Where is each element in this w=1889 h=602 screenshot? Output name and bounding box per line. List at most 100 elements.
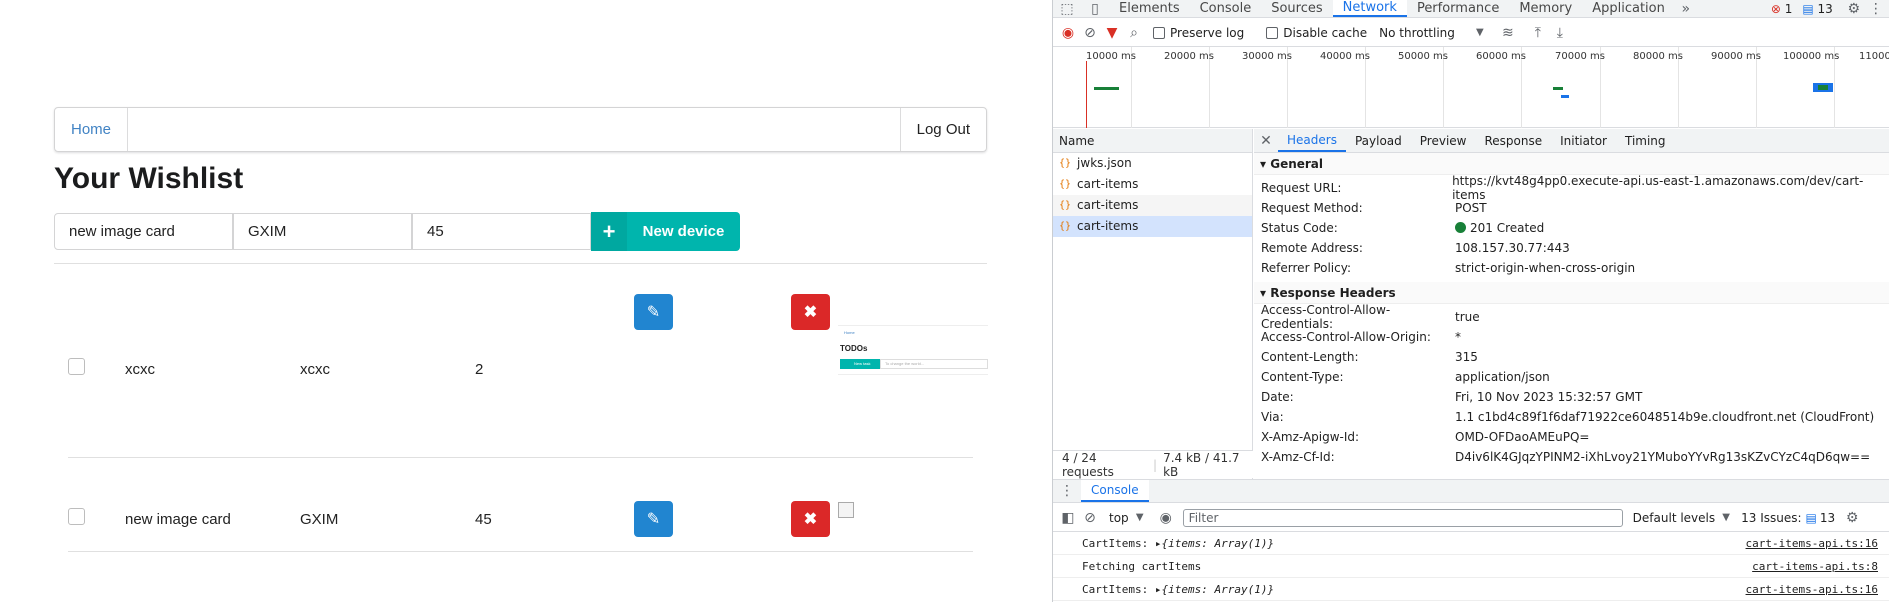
caret-down-icon[interactable]: ▼ [1715, 507, 1737, 529]
request-name: cart-items [1077, 198, 1139, 212]
error-count[interactable]: ⊗ 1 [1771, 2, 1793, 16]
request-row[interactable]: {} jwks.json [1053, 153, 1252, 174]
console-filter-input[interactable]: Filter [1182, 508, 1623, 527]
thumb-title: TODOs [840, 344, 868, 353]
filter-icon[interactable]: ▼ [1101, 22, 1123, 44]
eye-icon[interactable]: ◉ [1155, 507, 1177, 529]
network-conditions-icon[interactable]: ≋ [1497, 22, 1519, 44]
request-row[interactable]: {} cart-items [1053, 174, 1252, 195]
header-key: Access-Control-Allow-Origin: [1261, 330, 1431, 344]
issue-count-value: 13 [1817, 1, 1833, 16]
header-key: Remote Address: [1261, 241, 1363, 255]
log-source-link[interactable]: cart-items-api.ts:16 [1746, 583, 1889, 596]
top-menu: Home Log Out [54, 107, 987, 152]
row-divider [68, 551, 973, 552]
header-value: OMD-OFDaoAMEuPQ= [1455, 430, 1590, 444]
console-toolbar: ◧ ⊘ top ▼ ◉ Filter Default levels ▼ 13 I… [1053, 504, 1889, 532]
log-source-link[interactable]: cart-items-api.ts:8 [1752, 560, 1889, 573]
tab-preview[interactable]: Preview [1411, 129, 1476, 152]
throttling-select[interactable]: No throttling [1379, 26, 1455, 40]
tab-initiator[interactable]: Initiator [1551, 129, 1616, 152]
download-icon[interactable]: ⤓ [1549, 22, 1571, 44]
page-title: Your Wishlist [54, 162, 244, 195]
request-count: 4 / 24 requests [1062, 450, 1114, 479]
tab-application[interactable]: Application [1582, 0, 1675, 17]
caret-down-icon[interactable]: ▼ [1129, 507, 1151, 529]
delete-button[interactable]: ✖ [791, 501, 830, 537]
more-tabs-icon[interactable]: » [1675, 0, 1697, 18]
close-icon[interactable]: ✕ [1254, 130, 1278, 152]
timeline-tick: 30000 ms [1242, 51, 1292, 62]
header-value: https://kvt48g4pp0.execute-api.us-east-1… [1452, 174, 1864, 202]
tab-headers[interactable]: Headers [1278, 129, 1346, 152]
log-source-link[interactable]: cart-items-api.ts:16 [1746, 537, 1889, 550]
request-row[interactable]: {} cart-items [1053, 195, 1252, 216]
tab-memory[interactable]: Memory [1509, 0, 1582, 17]
more-vertical-icon[interactable]: ⋮ [1865, 0, 1887, 18]
row-checkbox[interactable] [68, 358, 85, 375]
clear-console-icon[interactable]: ⊘ [1079, 507, 1101, 529]
header-key: Content-Type: [1261, 370, 1344, 384]
row-checkbox[interactable] [68, 508, 85, 525]
sidebar-toggle-icon[interactable]: ◧ [1057, 507, 1079, 529]
record-icon[interactable]: ◉ [1057, 22, 1079, 44]
issues-count[interactable]: 13 [1820, 511, 1835, 525]
request-bar [1561, 95, 1569, 98]
header-row: Via: 1.1 c1bd4c89f1f6daf71922ce6048514b9e… [1254, 407, 1889, 427]
tab-timing[interactable]: Timing [1616, 129, 1675, 152]
row-brand: xcxc [300, 361, 330, 378]
header-row: X-Amz-Apigw-Id: OMD-OFDaoAMEuPQ= [1254, 427, 1889, 447]
edit-button[interactable]: ✎ [634, 294, 673, 330]
log-object[interactable]: {items: Array(1)} [1161, 583, 1274, 596]
tab-console[interactable]: Console [1190, 0, 1262, 17]
timeline-tick: 70000 ms [1555, 51, 1605, 62]
disable-cache-checkbox[interactable] [1266, 26, 1279, 39]
new-device-button[interactable]: + New device [591, 212, 740, 251]
tab-sources[interactable]: Sources [1261, 0, 1332, 17]
inspect-icon[interactable]: ⬚ [1053, 0, 1081, 18]
response-headers-section[interactable]: ▾ Response Headers [1254, 282, 1889, 304]
console-message: CartItems: ▸{items: Array(1)} cart-items… [1053, 579, 1889, 601]
tab-console-drawer[interactable]: Console [1081, 480, 1149, 502]
context-select[interactable]: top [1109, 511, 1129, 525]
price-input[interactable]: 45 [412, 213, 591, 250]
logout-button[interactable]: Log Out [899, 108, 986, 151]
clear-icon[interactable]: ⊘ [1079, 22, 1101, 44]
gear-icon[interactable]: ⚙ [1841, 507, 1863, 529]
home-link[interactable]: Home [55, 108, 129, 151]
issues-label[interactable]: 13 Issues: [1741, 511, 1801, 525]
device-toolbar-icon[interactable]: ▯ [1081, 0, 1109, 18]
header-row: Access-Control-Allow-Credentials: true [1254, 303, 1889, 331]
broken-image-icon [838, 502, 854, 518]
issue-count[interactable]: ▤ 13 [1802, 2, 1832, 16]
tab-elements[interactable]: Elements [1109, 0, 1190, 17]
tab-performance[interactable]: Performance [1407, 0, 1509, 17]
timeline-tick: 50000 ms [1398, 51, 1448, 62]
tab-response[interactable]: Response [1475, 129, 1551, 152]
gear-icon[interactable]: ⚙ [1843, 0, 1865, 18]
request-name: cart-items [1077, 219, 1139, 233]
request-row[interactable]: {} cart-items [1053, 216, 1252, 237]
name-input[interactable]: new image card [54, 213, 233, 250]
name-column-header[interactable]: Name [1053, 129, 1252, 153]
devtools-panel: ⬚ ▯ Elements Console Sources Network Per… [1052, 0, 1889, 602]
triangle-down-icon: ▾ [1260, 286, 1267, 300]
log-levels-select[interactable]: Default levels [1633, 511, 1715, 525]
upload-icon[interactable]: ⤒ [1527, 22, 1549, 44]
network-timeline[interactable]: 10000 ms 20000 ms 30000 ms 40000 ms 5000… [1053, 47, 1889, 128]
brand-input[interactable]: GXIM [233, 213, 412, 250]
preserve-log-checkbox[interactable] [1153, 26, 1165, 39]
caret-down-icon[interactable]: ▼ [1469, 22, 1491, 44]
timeline-tick: 90000 ms [1711, 51, 1761, 62]
delete-button[interactable]: ✖ [791, 294, 830, 330]
header-row: Referrer Policy: strict-origin-when-cross… [1254, 258, 1889, 278]
tab-payload[interactable]: Payload [1346, 129, 1411, 152]
log-object[interactable]: {items: Array(1)} [1161, 537, 1274, 550]
search-icon[interactable]: ⌕ [1123, 22, 1145, 44]
tab-network[interactable]: Network [1332, 0, 1407, 17]
edit-button[interactable]: ✎ [634, 501, 673, 537]
json-icon: {} [1059, 179, 1072, 190]
general-section[interactable]: ▾ General [1254, 153, 1889, 175]
request-bar [1094, 87, 1119, 90]
more-vertical-icon[interactable]: ⋮ [1053, 480, 1081, 502]
